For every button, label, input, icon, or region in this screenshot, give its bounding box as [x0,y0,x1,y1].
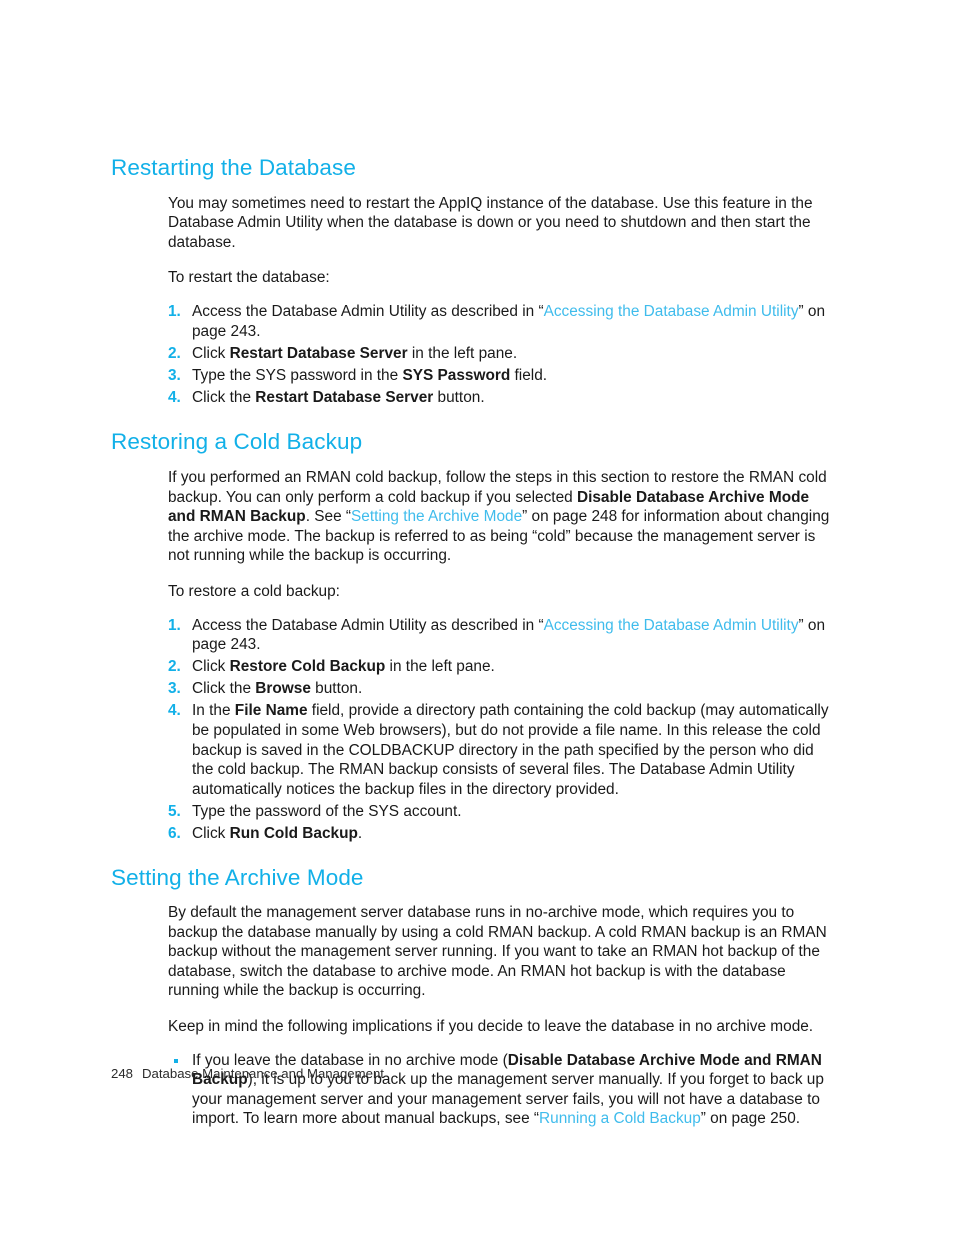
cross-reference-link[interactable]: Setting the Archive Mode [351,508,522,525]
page-content: Restarting the Database You may sometime… [111,155,836,1133]
step-text: Access the Database Admin Utility as des… [192,302,826,340]
step-number: 2. [168,344,181,362]
step-text: Type the password of the SYS account. [192,802,462,820]
step-item: 6. Click Run Cold Backup. [168,824,836,844]
step-number: 3. [168,366,181,384]
section-body: If you performed an RMAN cold backup, fo… [168,468,836,844]
step-text: Click the Restart Database Server button… [192,388,485,406]
lead-in-paragraph: To restart the database: [168,269,330,287]
step-number: 2. [168,658,181,676]
step-number: 5. [168,802,181,820]
section-heading: Restarting the Database [111,155,356,180]
step-text: Access the Database Admin Utility as des… [192,616,826,654]
step-text: In the File Name field, provide a direct… [192,702,829,798]
bullet-text: If you leave the database in no archive … [192,1051,824,1128]
step-text: Type the SYS password in the SYS Passwor… [192,366,548,384]
step-text: Click Restore Cold Backup in the left pa… [192,658,495,676]
step-item: 4. Click the Restart Database Server butt… [168,388,836,408]
footer-page-number: 248 [111,1066,134,1081]
step-item: 5. Type the password of the SYS account. [168,802,836,822]
lead-in-paragraph: Keep in mind the following implications … [168,1018,814,1036]
lead-in-paragraph: To restore a cold backup: [168,582,340,600]
bold-term: Restart Database Server [229,344,408,362]
step-item: 1. Access the Database Admin Utility as d… [168,302,836,341]
section-restoring-a-cold-backup: Restoring a Cold Backup If you performed… [111,429,836,843]
step-number: 4. [168,702,181,720]
section-restarting-the-database: Restarting the Database You may sometime… [111,155,836,407]
step-item: 3. Type the SYS password in the SYS Passw… [168,366,836,386]
step-item: 2. Click Restart Database Server in the l… [168,344,836,364]
step-text: Click Restart Database Server in the lef… [192,344,518,362]
step-number: 1. [168,616,181,634]
document-page: Restarting the Database You may sometime… [0,0,954,1235]
bold-term: File Name [234,702,308,720]
bullet-marker-icon [174,1058,178,1063]
step-number: 6. [168,824,181,842]
step-text: Click the Browse button. [192,680,363,698]
footer-chapter-title: Database Maintenance and Management [142,1066,384,1081]
intro-paragraph: If you performed an RMAN cold backup, fo… [168,468,830,565]
intro-paragraph: You may sometimes need to restart the Ap… [168,194,813,251]
step-number: 1. [168,302,181,320]
bold-term: Run Cold Backup [229,824,358,842]
bullet-item: If you leave the database in no archive … [168,1051,836,1129]
bold-term: Restart Database Server [255,388,434,406]
cross-reference-link[interactable]: Running a Cold Backup [539,1110,701,1127]
intro-paragraph: By default the management server databas… [168,904,827,1000]
numbered-step-list: 1. Access the Database Admin Utility as d… [168,302,836,407]
section-body: By default the management server databas… [168,903,836,1129]
cross-reference-link[interactable]: Accessing the Database Admin Utility [544,303,799,320]
page-footer: 248 Database Maintenance and Management [111,1066,384,1082]
bullet-list: If you leave the database in no archive … [168,1051,836,1129]
step-item: 1. Access the Database Admin Utility as d… [168,616,836,655]
section-body: You may sometimes need to restart the Ap… [168,194,836,408]
step-number: 4. [168,388,181,406]
step-text: Click Run Cold Backup. [192,824,363,842]
step-number: 3. [168,680,181,698]
cross-reference-link[interactable]: Accessing the Database Admin Utility [544,617,799,634]
bold-term: Restore Cold Backup [229,658,386,676]
step-item: 4. In the File Name field, provide a dire… [168,701,836,799]
bold-term: Browse [255,680,311,698]
section-heading: Restoring a Cold Backup [111,429,363,455]
step-item: 3. Click the Browse button. [168,679,836,699]
section-heading: Setting the Archive Mode [111,864,364,890]
section-setting-the-archive-mode: Setting the Archive Mode By default the … [111,865,836,1129]
bold-term: SYS Password [402,366,511,384]
step-item: 2. Click Restore Cold Backup in the left … [168,657,836,677]
numbered-step-list: 1. Access the Database Admin Utility as d… [168,616,836,844]
